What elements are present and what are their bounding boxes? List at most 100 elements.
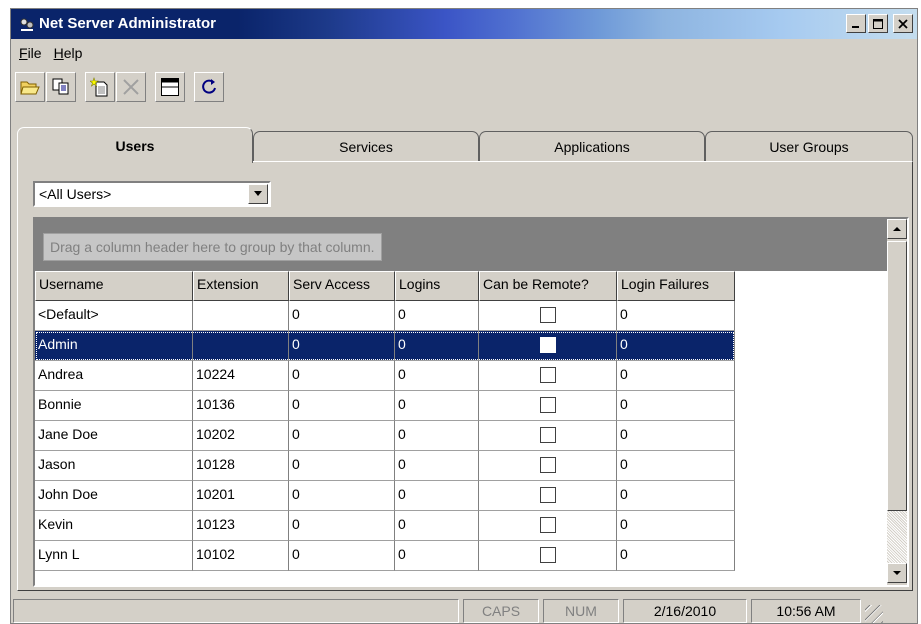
menu-help[interactable]: Help [48, 45, 89, 61]
cell-can-be-remote [479, 391, 617, 421]
cell-extension [193, 301, 289, 331]
cell-can-be-remote [479, 361, 617, 391]
cell-logins: 0 [395, 301, 479, 331]
menu-bar: File Help [11, 39, 917, 67]
menu-file[interactable]: File [13, 45, 48, 61]
column-header-login-failures[interactable]: Login Failures [617, 271, 735, 301]
users-grid[interactable]: Drag a column header here to group by th… [33, 217, 909, 587]
cell-serv-access: 0 [289, 301, 395, 331]
cell-serv-access: 0 [289, 511, 395, 541]
app-window: Net Server Administrator File Help Users… [10, 8, 918, 624]
cell-logins: 0 [395, 391, 479, 421]
cell-extension [193, 331, 289, 361]
copy-icon [52, 78, 69, 95]
remote-checkbox[interactable] [539, 517, 556, 533]
table-row[interactable]: Jane Doe 10202 0 0 0 [35, 421, 735, 451]
new-button[interactable] [85, 72, 115, 102]
remote-checkbox[interactable] [539, 337, 556, 353]
remote-checkbox[interactable] [539, 427, 556, 443]
app-icon [20, 18, 34, 31]
tab-applications[interactable]: Applications [479, 131, 705, 161]
title-bar[interactable]: Net Server Administrator [11, 9, 917, 39]
remote-checkbox[interactable] [539, 487, 556, 503]
cell-can-be-remote [479, 541, 617, 571]
group-by-hint: Drag a column header here to group by th… [43, 233, 382, 261]
column-header-username[interactable]: Username [35, 271, 193, 301]
remote-checkbox[interactable] [539, 367, 556, 383]
grid-rows: <Default> 0 0 0 Admin 0 0 0 Andrea 10224… [35, 301, 735, 571]
arrow-up-icon [893, 227, 901, 231]
column-header-can-be-remote[interactable]: Can be Remote? [479, 271, 617, 301]
cell-login-failures: 0 [617, 511, 735, 541]
cell-username: Admin [35, 331, 193, 361]
remote-checkbox[interactable] [539, 457, 556, 473]
cell-logins: 0 [395, 541, 479, 571]
scroll-down-button[interactable] [887, 563, 907, 583]
new-document-icon [90, 77, 108, 97]
scroll-track[interactable] [887, 511, 907, 563]
cell-logins: 0 [395, 331, 479, 361]
cell-serv-access: 0 [289, 421, 395, 451]
cell-serv-access: 0 [289, 451, 395, 481]
cell-can-be-remote [479, 451, 617, 481]
cell-logins: 0 [395, 421, 479, 451]
table-row[interactable]: Lynn L 10102 0 0 0 [35, 541, 735, 571]
cell-login-failures: 0 [617, 301, 735, 331]
column-header-extension[interactable]: Extension [193, 271, 289, 301]
tab-users[interactable]: Users [17, 127, 253, 163]
tab-user-groups[interactable]: User Groups [705, 131, 913, 161]
cell-extension: 10123 [193, 511, 289, 541]
refresh-icon [202, 79, 216, 94]
cell-serv-access: 0 [289, 541, 395, 571]
copy-button[interactable] [46, 72, 76, 102]
table-row[interactable]: Bonnie 10136 0 0 0 [35, 391, 735, 421]
cell-extension: 10201 [193, 481, 289, 511]
cell-username: Jane Doe [35, 421, 193, 451]
column-header-serv-access[interactable]: Serv Access [289, 271, 395, 301]
tab-services[interactable]: Services [253, 131, 479, 161]
table-row[interactable]: Admin 0 0 0 [35, 331, 735, 361]
toolbar [11, 69, 917, 105]
cell-extension: 10202 [193, 421, 289, 451]
refresh-button[interactable] [194, 72, 224, 102]
chevron-down-icon [254, 191, 262, 196]
open-folder-icon [20, 81, 40, 95]
cell-can-be-remote [479, 481, 617, 511]
delete-button[interactable] [116, 72, 146, 102]
minimize-button[interactable] [846, 14, 866, 33]
maximize-button[interactable] [868, 14, 888, 33]
delete-icon [123, 79, 139, 95]
table-row[interactable]: Kevin 10123 0 0 0 [35, 511, 735, 541]
remote-checkbox[interactable] [539, 547, 556, 563]
group-by-area[interactable]: Drag a column header here to group by th… [35, 219, 889, 271]
cell-logins: 0 [395, 361, 479, 391]
cell-logins: 0 [395, 451, 479, 481]
close-button[interactable] [893, 14, 913, 33]
table-row[interactable]: <Default> 0 0 0 [35, 301, 735, 331]
cell-logins: 0 [395, 511, 479, 541]
vertical-scrollbar[interactable] [887, 219, 907, 585]
cell-can-be-remote [479, 421, 617, 451]
dropdown-button[interactable] [248, 184, 268, 204]
user-filter-dropdown[interactable]: <All Users> [33, 181, 271, 207]
status-message [13, 599, 459, 623]
properties-button[interactable] [155, 72, 185, 102]
cell-username: John Doe [35, 481, 193, 511]
table-row[interactable]: Andrea 10224 0 0 0 [35, 361, 735, 391]
resize-grip-icon[interactable] [865, 605, 883, 623]
cell-serv-access: 0 [289, 481, 395, 511]
column-header-logins[interactable]: Logins [395, 271, 479, 301]
cell-serv-access: 0 [289, 391, 395, 421]
cell-logins: 0 [395, 481, 479, 511]
user-filter-value: <All Users> [39, 186, 112, 202]
cell-login-failures: 0 [617, 481, 735, 511]
window-title: Net Server Administrator [39, 15, 216, 32]
remote-checkbox[interactable] [539, 397, 556, 413]
table-row[interactable]: Jason 10128 0 0 0 [35, 451, 735, 481]
open-button[interactable] [15, 72, 45, 102]
cell-login-failures: 0 [617, 421, 735, 451]
scroll-thumb[interactable] [887, 241, 907, 511]
table-row[interactable]: John Doe 10201 0 0 0 [35, 481, 735, 511]
remote-checkbox[interactable] [539, 307, 556, 323]
scroll-up-button[interactable] [887, 219, 907, 239]
